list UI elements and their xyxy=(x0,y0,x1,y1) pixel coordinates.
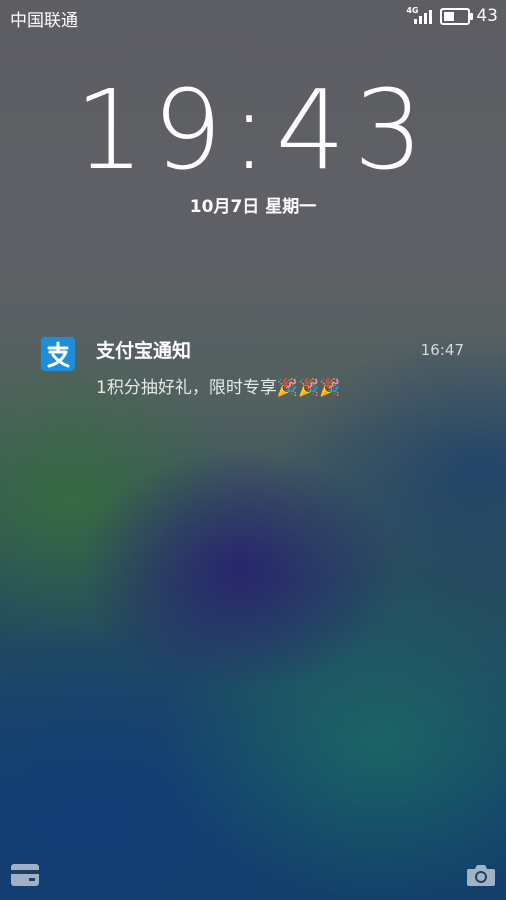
alipay-icon xyxy=(41,337,75,371)
notification-time: 16:47 xyxy=(420,341,464,359)
status-bar: 中国联通 4G 43 xyxy=(0,0,506,32)
network-type-label: 4G xyxy=(406,6,419,15)
battery-fill xyxy=(444,11,454,21)
notification-body: 1积分抽好礼，限时专享🎉🎉🎉 xyxy=(96,378,341,398)
lock-screen-clock: 19:43 xyxy=(74,66,432,194)
notification-app-name: 支付宝通知 xyxy=(96,340,192,362)
signal-icon: 4G xyxy=(406,6,434,25)
status-indicators: 4G 43 xyxy=(406,6,498,26)
battery-icon xyxy=(440,7,474,25)
notification-card[interactable]: 支付宝通知 16:47 1积分抽好礼，限时专享🎉🎉🎉 xyxy=(36,330,470,410)
battery-percentage: 43 xyxy=(476,6,498,26)
carrier-name: 中国联通 xyxy=(10,11,78,31)
wallet-icon[interactable] xyxy=(10,862,40,888)
lock-screen-date: 10月7日 星期一 xyxy=(189,197,317,217)
camera-icon[interactable] xyxy=(466,862,496,888)
